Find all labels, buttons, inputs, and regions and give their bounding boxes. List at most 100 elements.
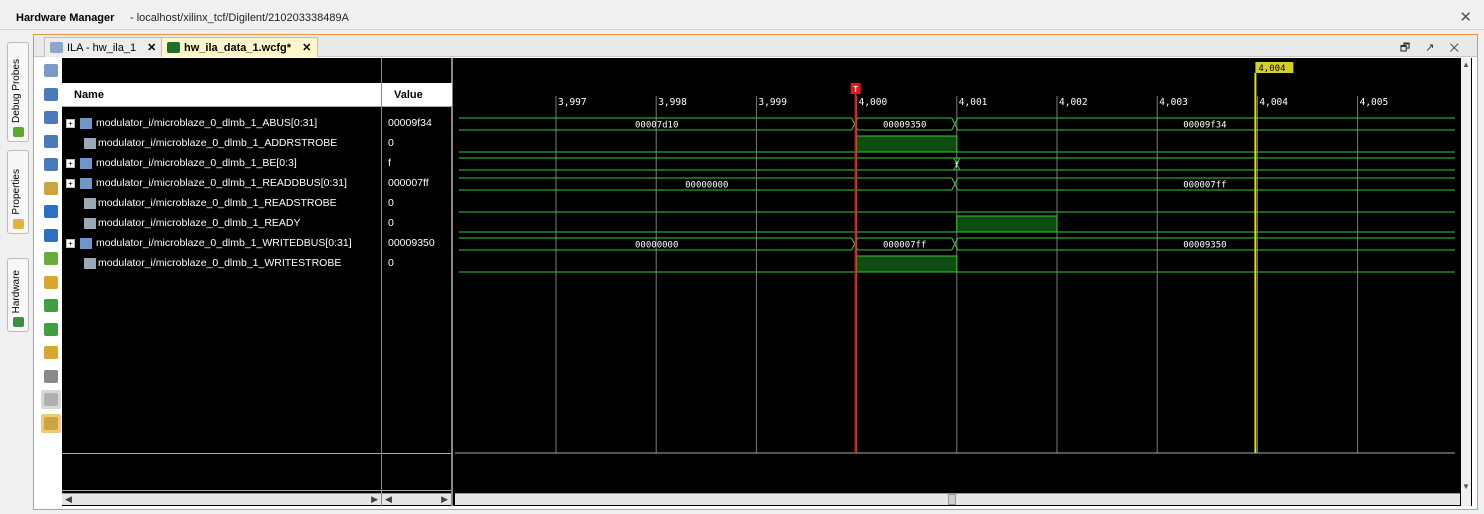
previous-marker-button[interactable] <box>41 320 61 339</box>
time-tick-label: 3,998 <box>658 97 687 108</box>
zoom-out-button[interactable] <box>41 132 61 151</box>
signal-icon <box>84 218 96 229</box>
bus-value-label: f <box>954 161 959 170</box>
name-column-header[interactable]: Name <box>62 83 381 107</box>
scroll-left-icon[interactable]: ◀ <box>385 494 392 505</box>
go-to-end-icon <box>44 228 58 242</box>
zoom-fit-button[interactable] <box>41 155 61 174</box>
waveform-horizontal-scrollbar[interactable] <box>455 493 1460 505</box>
signal-row[interactable]: modulator_i/microblaze_0_dlmb_1_READY <box>62 214 381 234</box>
swap-cursors-button[interactable] <box>41 367 61 386</box>
waveform-panel: ILA - hw_ila_1 ✕ hw_ila_data_1.wcfg* ✕ 🗗… <box>33 34 1478 510</box>
waveform-area[interactable]: 3,997 3,998 3,999 4,000 4,001 4,002 4,003 4,004… <box>455 58 1472 506</box>
expand-icon[interactable]: + <box>66 239 75 248</box>
save-button[interactable] <box>41 85 61 104</box>
expand-icon[interactable]: + <box>66 119 75 128</box>
expand-icon[interactable]: + <box>66 179 75 188</box>
bus-value-label: 00009350 <box>1183 241 1226 251</box>
floating-ruler-icon <box>44 416 58 430</box>
tab-ila-hw-ila-1[interactable]: ILA - hw_ila_1 ✕ <box>44 37 164 57</box>
signal-name: modulator_i/microblaze_0_dlmb_1_ADDRSTRO… <box>98 137 338 149</box>
side-tab-debug-probes[interactable]: Debug Probes <box>7 42 29 142</box>
logic-high-pulse <box>856 135 958 153</box>
value-horizontal-scrollbar[interactable]: ◀ ▶ <box>382 493 451 505</box>
signal-row[interactable]: modulator_i/microblaze_0_dlmb_1_READSTRO… <box>62 194 381 214</box>
divider <box>62 453 381 454</box>
signal-value: 0 <box>388 257 394 269</box>
previous-transition-icon <box>44 252 58 265</box>
side-tab-label: Debug Probes <box>11 59 22 123</box>
scroll-up-icon[interactable]: ▲ <box>1462 60 1470 69</box>
time-tick-label: 3,997 <box>558 97 587 108</box>
zoom-in-icon <box>44 111 58 124</box>
signal-row[interactable]: + modulator_i/microblaze_0_dlmb_1_ABUS[0:… <box>62 114 381 134</box>
waveform-icon <box>167 42 180 53</box>
divider <box>62 490 381 491</box>
signal-value-column: Value 00009f34 0 f 000007ff 0 0 00009350 0 ◀ ▶ <box>382 58 453 506</box>
tab-hw-ila-data-1[interactable]: hw_ila_data_1.wcfg* ✕ <box>161 37 319 57</box>
window-controls[interactable]: 🗗 ↗ ✕ <box>1400 39 1465 58</box>
scroll-thumb[interactable] <box>948 494 956 505</box>
snap-to-transition-button[interactable] <box>41 390 61 409</box>
signal-name: modulator_i/microblaze_0_dlmb_1_WRITESTR… <box>98 257 342 269</box>
previous-marker-icon <box>44 322 58 336</box>
ila-icon <box>50 42 63 53</box>
bus-signal-icon <box>80 118 92 129</box>
signal-value: 00009f34 <box>388 117 432 129</box>
scroll-right-icon[interactable]: ▶ <box>371 494 378 505</box>
close-icon[interactable]: ✕ <box>302 42 311 54</box>
side-tab-label: Properties <box>11 169 22 215</box>
go-to-start-button[interactable] <box>41 202 61 221</box>
signal-value: f <box>388 157 391 169</box>
close-icon[interactable]: ✕ <box>1459 8 1472 26</box>
zoom-in-button[interactable] <box>41 108 61 127</box>
value-column-header[interactable]: Value <box>382 83 452 107</box>
save-icon <box>44 87 58 101</box>
scroll-down-icon[interactable]: ▼ <box>1462 482 1470 491</box>
next-marker-icon <box>44 346 58 359</box>
signal-value: 000007ff <box>388 177 429 189</box>
logic-high-pulse <box>956 215 1058 233</box>
signal-name: modulator_i/microblaze_0_dlmb_1_READSTRO… <box>98 197 337 209</box>
signal-name: modulator_i/microblaze_0_dlmb_1_ABUS[0:3… <box>96 117 318 129</box>
add-marker-icon <box>44 299 58 312</box>
bus-value-label: 00000000 <box>635 241 678 251</box>
add-marker-button[interactable] <box>41 296 61 315</box>
close-icon[interactable]: ✕ <box>147 42 156 54</box>
signal-value: 0 <box>388 197 394 209</box>
collapse-panel-button[interactable] <box>41 61 61 80</box>
signal-row[interactable]: + modulator_i/microblaze_0_dlmb_1_READDBU… <box>62 174 381 194</box>
signal-row[interactable]: + modulator_i/microblaze_0_dlmb_1_BE[0:3] <box>62 154 381 174</box>
signal-row[interactable]: modulator_i/microblaze_0_dlmb_1_ADDRSTRO… <box>62 134 381 154</box>
go-to-start-icon <box>44 205 58 218</box>
signal-row[interactable]: modulator_i/microblaze_0_dlmb_1_WRITESTR… <box>62 254 381 274</box>
signal-value: 0 <box>388 137 394 149</box>
side-tab-strip: Debug Probes Properties Hardware <box>6 34 30 508</box>
signal-row[interactable]: + modulator_i/microblaze_0_dlmb_1_WRITEDB… <box>62 234 381 254</box>
scroll-right-icon[interactable]: ▶ <box>441 494 448 505</box>
waveform-viewer: Name + modulator_i/microblaze_0_dlmb_1_AB… <box>62 58 1472 506</box>
bus-value-label: 00009f34 <box>1183 121 1226 131</box>
waveform-canvas[interactable]: 3,997 3,998 3,999 4,000 4,001 4,002 4,003 4,004… <box>455 58 1472 506</box>
name-horizontal-scrollbar[interactable]: ◀ ▶ <box>62 493 381 505</box>
side-tab-hardware[interactable]: Hardware <box>7 258 29 332</box>
time-tick-label: 4,001 <box>959 97 988 108</box>
time-tick-label: 3,999 <box>758 97 787 108</box>
bus-signal-icon <box>80 178 92 189</box>
bus-value-label: 00000000 <box>685 181 728 191</box>
scroll-left-icon[interactable]: ◀ <box>65 494 72 505</box>
tab-label: ILA - hw_ila_1 <box>67 42 137 54</box>
side-tab-properties[interactable]: Properties <box>7 150 29 234</box>
logic-high-pulse <box>856 255 958 273</box>
tab-bar: ILA - hw_ila_1 ✕ hw_ila_data_1.wcfg* ✕ 🗗… <box>34 35 1477 57</box>
signal-icon <box>84 198 96 209</box>
next-marker-button[interactable] <box>41 343 61 362</box>
zoom-cursor-button[interactable] <box>41 179 61 198</box>
floating-ruler-button[interactable] <box>41 413 61 433</box>
signal-name: modulator_i/microblaze_0_dlmb_1_WRITEDBU… <box>96 237 352 249</box>
waveform-vertical-scrollbar[interactable]: ▲ ▼ <box>1461 58 1471 506</box>
go-to-end-button[interactable] <box>41 226 61 245</box>
expand-icon[interactable]: + <box>66 159 75 168</box>
previous-transition-button[interactable] <box>41 249 61 268</box>
next-transition-button[interactable] <box>41 273 61 292</box>
